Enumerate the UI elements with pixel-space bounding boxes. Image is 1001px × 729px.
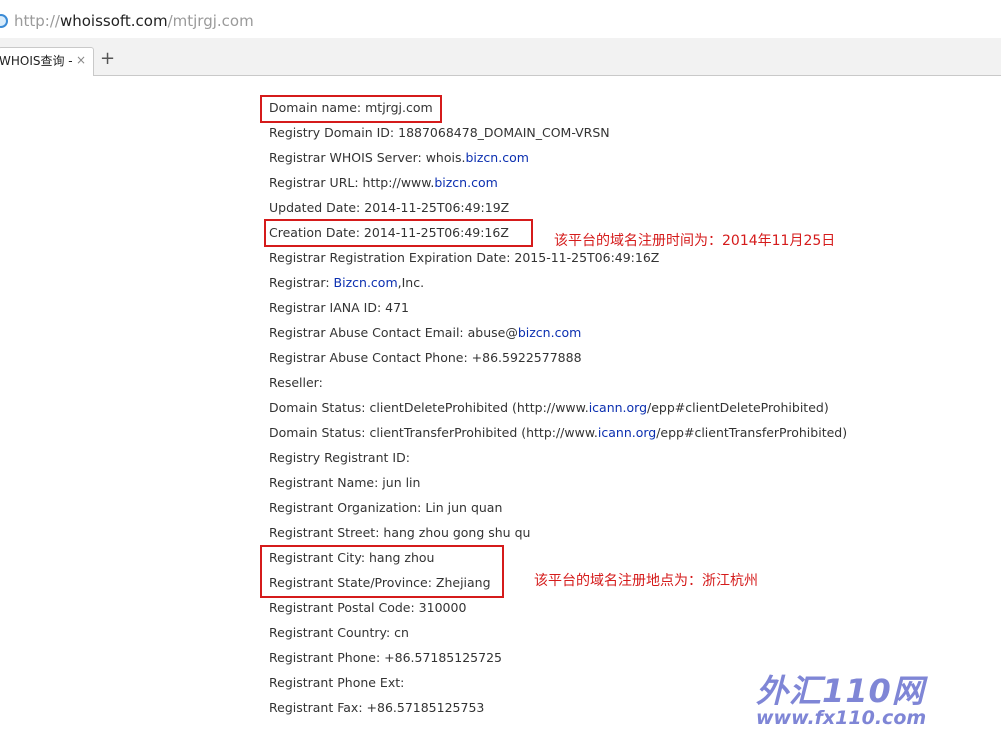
url-path: /mtjrgj.com bbox=[167, 12, 254, 30]
whois-text: Registrant Phone Ext: bbox=[269, 675, 405, 690]
whois-text: Registrant Postal Code: 310000 bbox=[269, 600, 467, 615]
url-prefix: http:// bbox=[14, 12, 60, 30]
whois-row: Domain Status: clientDeleteProhibited (h… bbox=[269, 395, 847, 420]
whois-link[interactable]: icann.org bbox=[598, 425, 656, 440]
whois-text: Registry Registrant ID: bbox=[269, 450, 410, 465]
whois-text: Domain Status: clientTransferProhibited … bbox=[269, 425, 598, 440]
whois-row: Registrant Postal Code: 310000 bbox=[269, 595, 847, 620]
whois-text: Domain Status: clientDeleteProhibited (h… bbox=[269, 400, 589, 415]
whois-row: Registrant Street: hang zhou gong shu qu bbox=[269, 520, 847, 545]
whois-link[interactable]: Bizcn.com bbox=[334, 275, 398, 290]
location-note: 该平台的域名注册地点为：浙江杭州 bbox=[534, 573, 758, 589]
address-bar[interactable]: http://whoissoft.com/mtjrgj.com bbox=[0, 0, 1001, 39]
url-host: whoissoft.com bbox=[59, 12, 168, 30]
whois-row: Registrar IANA ID: 471 bbox=[269, 295, 847, 320]
whois-link[interactable]: bizcn.com bbox=[465, 150, 528, 165]
whois-text: Registrar: bbox=[269, 275, 334, 290]
whois-text: Registry Domain ID: 1887068478_DOMAIN_CO… bbox=[269, 125, 610, 140]
whois-link[interactable]: icann.org bbox=[589, 400, 647, 415]
whois-row: Registrar WHOIS Server: whois.bizcn.com bbox=[269, 145, 847, 170]
tab-title: WHOIS查询 - bbox=[0, 54, 73, 68]
whois-text: Registrant Phone: +86.57185125725 bbox=[269, 650, 502, 665]
tab-whois[interactable]: WHOIS查询 - × bbox=[0, 47, 94, 76]
globe-icon bbox=[0, 14, 8, 28]
highlight-box-creation-date bbox=[264, 219, 533, 247]
watermark: 外汇110网 www.fx110.com bbox=[756, 674, 956, 728]
whois-row: Registrar: Bizcn.com,Inc. bbox=[269, 270, 847, 295]
close-icon[interactable]: × bbox=[76, 53, 86, 67]
whois-link[interactable]: bizcn.com bbox=[434, 175, 497, 190]
creation-date-note: 该平台的域名注册时间为：2014年11月25日 bbox=[554, 233, 836, 249]
new-tab-button[interactable]: + bbox=[100, 49, 115, 69]
whois-text: Registrant Fax: +86.57185125753 bbox=[269, 700, 485, 715]
highlight-box-domain bbox=[260, 95, 442, 123]
whois-row: Reseller: bbox=[269, 370, 847, 395]
whois-row: Registrar Abuse Contact Email: abuse@biz… bbox=[269, 320, 847, 345]
tab-strip: WHOIS查询 - × + bbox=[0, 38, 1001, 76]
whois-row: Registrar Abuse Contact Phone: +86.59225… bbox=[269, 345, 847, 370]
whois-text: ,Inc. bbox=[397, 275, 425, 290]
whois-text: Registrant Street: hang zhou gong shu qu bbox=[269, 525, 531, 540]
whois-text: Updated Date: 2014-11-25T06:49:19Z bbox=[269, 200, 510, 215]
whois-row: Registrant Name: jun lin bbox=[269, 470, 847, 495]
watermark-logo: 外汇110网 bbox=[756, 672, 925, 710]
whois-row: Registrant Country: cn bbox=[269, 620, 847, 645]
whois-text: Registrar Abuse Contact Email: abuse@ bbox=[269, 325, 518, 340]
whois-row: Registrar URL: http://www.bizcn.com bbox=[269, 170, 847, 195]
whois-text: Registrar WHOIS Server: whois. bbox=[269, 150, 466, 165]
whois-text: Registrant Country: cn bbox=[269, 625, 409, 640]
whois-text: Registrar Registration Expiration Date: … bbox=[269, 250, 660, 265]
whois-link[interactable]: bizcn.com bbox=[518, 325, 581, 340]
whois-row: Updated Date: 2014-11-25T06:49:19Z bbox=[269, 195, 847, 220]
whois-row: Registrant Organization: Lin jun quan bbox=[269, 495, 847, 520]
whois-text: Registrar URL: http://www. bbox=[269, 175, 435, 190]
whois-text: Registrant Organization: Lin jun quan bbox=[269, 500, 503, 515]
highlight-box-location bbox=[260, 545, 504, 598]
page-content: Domain name: mtjrgj.com Registry Domain I… bbox=[0, 76, 1001, 728]
watermark-site: www.fx110.com bbox=[756, 707, 927, 729]
whois-text: /epp#clientTransferProhibited) bbox=[656, 425, 848, 440]
whois-record: Domain name: mtjrgj.com Registry Domain I… bbox=[269, 95, 847, 720]
whois-text: Registrar Abuse Contact Phone: +86.59225… bbox=[269, 350, 582, 365]
whois-row: Registry Domain ID: 1887068478_DOMAIN_CO… bbox=[269, 120, 847, 145]
whois-row: Domain Status: clientTransferProhibited … bbox=[269, 420, 847, 445]
whois-row: Registry Registrant ID: bbox=[269, 445, 847, 470]
whois-text: Registrar IANA ID: 471 bbox=[269, 300, 410, 315]
url-text[interactable]: http://whoissoft.com/mtjrgj.com bbox=[14, 12, 254, 30]
whois-text: /epp#clientDeleteProhibited) bbox=[647, 400, 829, 415]
whois-row: Registrant Phone: +86.57185125725 bbox=[269, 645, 847, 670]
whois-text: Reseller: bbox=[269, 375, 323, 390]
whois-text: Registrant Name: jun lin bbox=[269, 475, 421, 490]
